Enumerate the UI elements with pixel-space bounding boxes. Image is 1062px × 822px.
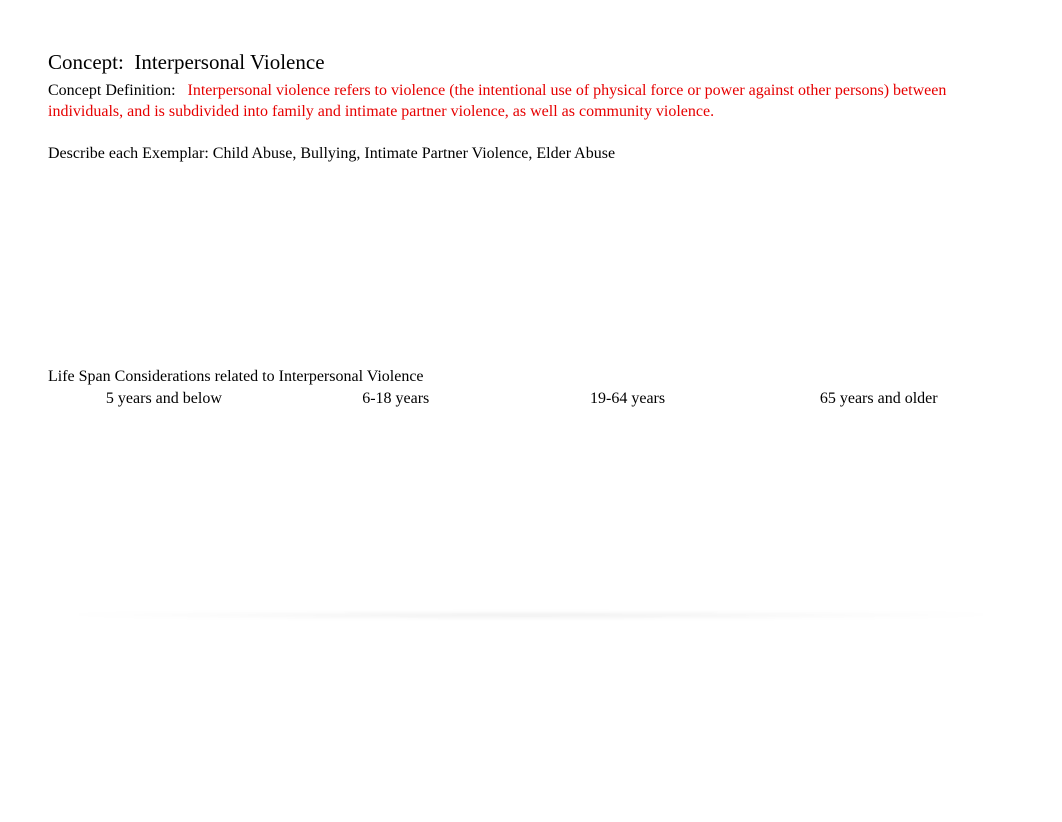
page-shadow <box>32 614 1030 618</box>
lifespan-col-2: 6-18 years <box>280 390 512 408</box>
concept-title: Interpersonal Violence <box>134 50 324 74</box>
lifespan-col-3: 19-64 years <box>512 390 744 408</box>
lifespan-col-4: 65 years and older <box>743 390 1013 408</box>
lifespan-columns: 5 years and below 6-18 years 19-64 years… <box>48 390 1014 408</box>
definition-text: Interpersonal violence refers to violenc… <box>48 82 946 120</box>
document-page: Concept: Interpersonal Violence Concept … <box>0 0 1062 408</box>
lifespan-col-1: 5 years and below <box>48 390 280 408</box>
concept-definition: Concept Definition: Interpersonal violen… <box>48 81 1014 123</box>
concept-label: Concept: <box>48 50 124 74</box>
lifespan-heading: Life Span Considerations related to Inte… <box>48 368 1014 386</box>
exemplar-line: Describe each Exemplar: Child Abuse, Bul… <box>48 145 1014 163</box>
definition-label: Concept Definition: <box>48 82 176 99</box>
concept-line: Concept: Interpersonal Violence <box>48 50 1014 75</box>
